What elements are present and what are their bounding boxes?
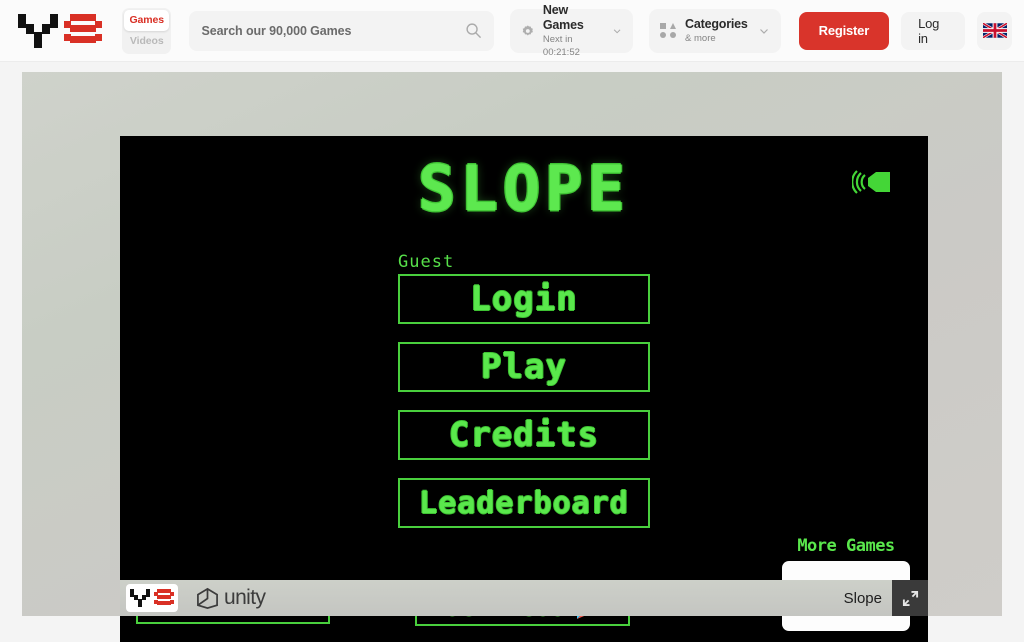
new-games-countdown: Next in 00:21:52 bbox=[542, 33, 580, 58]
login-button[interactable]: Log in bbox=[901, 11, 966, 50]
uk-flag-icon bbox=[982, 23, 1007, 38]
language-button[interactable] bbox=[977, 11, 1013, 50]
categories-subtitle: & more bbox=[685, 32, 716, 44]
tab-games-label: Games bbox=[129, 14, 164, 26]
unity-engine-badge[interactable]: unity bbox=[196, 586, 266, 610]
y8-logo[interactable] bbox=[18, 10, 104, 52]
game-menu-leaderboard-button[interactable]: Leaderboard bbox=[398, 478, 650, 528]
player-bar-game-name: Slope bbox=[843, 589, 882, 607]
content-type-switch[interactable]: Games Videos bbox=[122, 7, 172, 54]
categories-title: Categories bbox=[685, 16, 748, 31]
game-canvas[interactable]: SLOPE Guest Login Play Credits Leaderboa… bbox=[120, 136, 928, 642]
unity-icon bbox=[197, 587, 218, 609]
y8-logo-8-icon bbox=[154, 587, 174, 609]
tab-games[interactable]: Games bbox=[124, 9, 170, 31]
speaker-on-icon[interactable] bbox=[852, 166, 896, 198]
game-menu-credits-button[interactable]: Credits bbox=[398, 410, 650, 460]
fullscreen-icon bbox=[902, 590, 918, 606]
chevron-down-icon[interactable] bbox=[612, 25, 622, 37]
game-menu-leaderboard-label: Leaderboard bbox=[419, 485, 629, 521]
search-icon[interactable] bbox=[465, 22, 482, 39]
new-games-button[interactable]: New Games Next in 00:21:52 bbox=[510, 3, 634, 58]
search-input-placeholder[interactable]: Search our 90,000 Games bbox=[201, 24, 465, 38]
search-bar[interactable]: Search our 90,000 Games bbox=[189, 10, 495, 51]
game-menu-login-label: Login bbox=[470, 279, 578, 319]
site-header: Games Videos Search our 90,000 Games New… bbox=[0, 0, 1024, 62]
fullscreen-button[interactable] bbox=[892, 580, 928, 616]
player-bar-y8-logo-button[interactable] bbox=[126, 584, 178, 612]
tab-videos-label: Videos bbox=[129, 35, 164, 47]
chevron-down-icon[interactable] bbox=[758, 25, 770, 37]
gear-icon bbox=[522, 24, 534, 36]
tab-videos[interactable]: Videos bbox=[124, 31, 169, 52]
game-menu-credits-label: Credits bbox=[448, 415, 600, 455]
register-button[interactable]: Register bbox=[798, 11, 890, 50]
y8-logo-8-icon bbox=[64, 10, 104, 52]
game-menu-login-button[interactable]: Login bbox=[398, 274, 650, 324]
page-body: SLOPE Guest Login Play Credits Leaderboa… bbox=[0, 62, 1024, 642]
grid-shapes-icon bbox=[660, 22, 677, 39]
y8-logo-y-icon bbox=[18, 10, 58, 52]
unity-label: unity bbox=[224, 586, 266, 609]
game-menu-play-button[interactable]: Play bbox=[398, 342, 650, 392]
user-status-label: Guest bbox=[398, 252, 455, 272]
game-title: SLOPE bbox=[418, 152, 630, 225]
y8-logo-y-icon bbox=[130, 587, 150, 609]
game-menu-play-label: Play bbox=[481, 347, 567, 387]
new-games-title: New Games bbox=[542, 2, 584, 32]
categories-button[interactable]: Categories & more bbox=[649, 8, 781, 53]
player-bottom-bar: unity Slope bbox=[120, 580, 928, 616]
more-games-label: More Games bbox=[797, 536, 895, 556]
